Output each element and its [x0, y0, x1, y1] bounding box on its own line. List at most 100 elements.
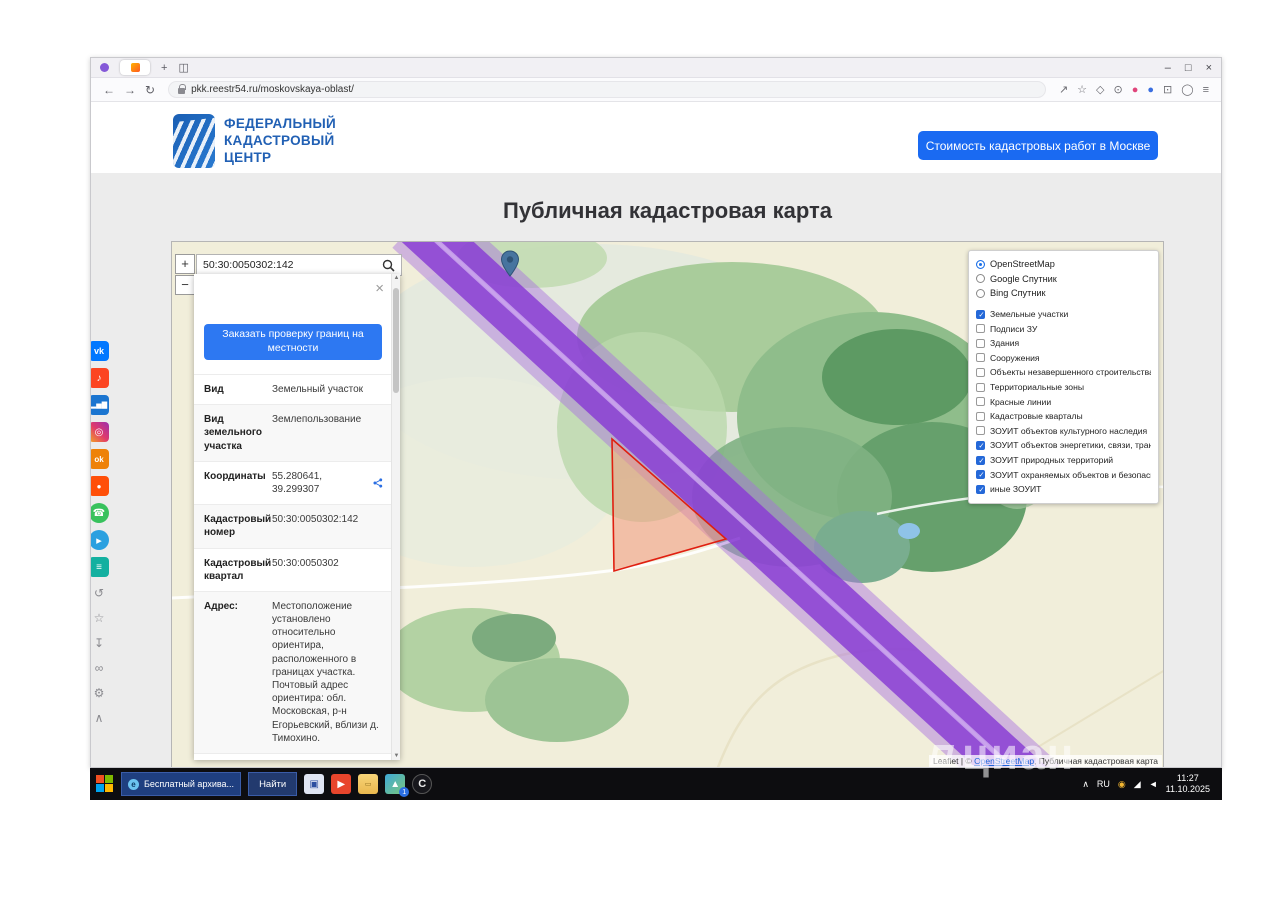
panel-scrollbar[interactable]: ▲ ▼	[391, 274, 400, 760]
zoom-in-button[interactable]: +	[175, 254, 195, 274]
window-maximize-button[interactable]: □	[1185, 62, 1192, 74]
url-field[interactable]: pkk.reestr54.ru/moskovskaya-oblast/	[168, 81, 1046, 98]
folder-app-icon[interactable]: ▭	[358, 774, 379, 794]
tray-chevron-icon[interactable]: ∧	[1082, 779, 1089, 790]
layer-option[interactable]: Кадастровые кварталы	[976, 409, 1151, 424]
field-row: Адрес: Местоположение установлено относи…	[194, 590, 391, 753]
layer-option[interactable]: ЗОУИТ природных территорий	[976, 453, 1151, 468]
panel-close-button[interactable]: ×	[375, 280, 384, 297]
tab-overview-icon[interactable]: ◫	[178, 61, 188, 74]
cost-cta-button[interactable]: Стоимость кадастровых работ в Москве	[918, 131, 1158, 160]
layer-option[interactable]: Здания	[976, 336, 1151, 351]
scroll-up-icon[interactable]: ▲	[392, 275, 400, 281]
shield-icon[interactable]: ◇	[1096, 83, 1104, 96]
basemap-option-bing[interactable]: Bing Спутник	[976, 286, 1151, 301]
browser-tab[interactable]	[120, 60, 150, 75]
scrollbar-thumb[interactable]	[393, 288, 399, 393]
layer-option[interactable]: Объекты незавершенного строительства	[976, 365, 1151, 380]
layer-option[interactable]: ЗОУИТ объектов культурного наследия	[976, 424, 1151, 439]
whatsapp-icon[interactable]: ☎	[91, 503, 109, 523]
layer-option[interactable]: Красные линии	[976, 394, 1151, 409]
layer-option[interactable]: Территориальные зоны	[976, 380, 1151, 395]
site-logo-text[interactable]: ФЕДЕРАЛЬНЫЙ КАДАСТРОВЫЙ ЦЕНТР	[224, 115, 336, 166]
field-label: Вид	[204, 384, 224, 395]
media-player-app-icon[interactable]: ▶	[331, 774, 352, 794]
zoom-out-button[interactable]: −	[175, 275, 195, 295]
instagram-icon[interactable]: ◎	[91, 422, 109, 442]
forward-button[interactable]: →	[124, 83, 136, 97]
favorite-icon[interactable]: ☆	[91, 609, 109, 627]
layer-label: Сооружения	[990, 352, 1040, 363]
scroll-down-icon[interactable]: ▼	[392, 753, 400, 759]
layer-option[interactable]: иные ЗОУИТ	[976, 482, 1151, 497]
layer-option[interactable]: Сооружения	[976, 351, 1151, 366]
search-value: 50:30:0050302:142	[203, 259, 294, 271]
start-button[interactable]	[96, 775, 114, 793]
c-browser-app-icon[interactable]: C	[412, 774, 433, 794]
extensions-icon[interactable]: ⊡	[1163, 83, 1172, 96]
new-tab-button[interactable]: +	[161, 62, 167, 74]
field-value: Землепользование	[272, 414, 362, 426]
share-coordinates-icon[interactable]	[373, 478, 383, 488]
layer-label: Кадастровые кварталы	[990, 411, 1083, 422]
app-dot-icon[interactable]	[100, 63, 109, 72]
notification-icon[interactable]: ●	[1132, 84, 1139, 96]
history-icon[interactable]: ↺	[91, 584, 109, 602]
cadastral-search-input[interactable]: 50:30:0050302:142	[196, 254, 402, 276]
checkbox-icon	[976, 324, 985, 334]
layers-panel: OpenStreetMap Google Спутник Bing Спутни…	[968, 250, 1159, 504]
leaflet-label: Leaflet	[932, 756, 959, 766]
odnoklassniki-icon[interactable]: ok	[91, 449, 109, 469]
checkbox-icon	[976, 440, 986, 450]
taskbar-app-label: Бесплатный архива...	[144, 779, 235, 789]
search-icon[interactable]	[382, 259, 395, 272]
telegram-icon[interactable]: ▸	[91, 530, 109, 550]
field-row: Кадастровый номер 50:30:0050302:142	[194, 504, 391, 548]
floppy-app-icon[interactable]: ▣	[304, 774, 325, 794]
osm-link[interactable]: OpenStreetMap	[974, 756, 1034, 766]
taskbar-app-archive[interactable]: е Бесплатный архива...	[121, 772, 242, 796]
layer-label: ЗОУИТ объектов энергетики, связи, трансп…	[990, 440, 1151, 451]
taskbar-find-button[interactable]: Найти	[248, 772, 298, 796]
settings-gear-icon[interactable]: ⚙	[91, 684, 109, 702]
layer-option[interactable]: ЗОУИТ охраняемых объектов и безопасности	[976, 467, 1151, 482]
window-minimize-button[interactable]: –	[1165, 62, 1171, 74]
layer-label: иные ЗОУИТ	[990, 484, 1042, 495]
layer-option[interactable]: ЗОУИТ объектов энергетики, связи, трансп…	[976, 438, 1151, 453]
basemap-option-google[interactable]: Google Спутник	[976, 272, 1151, 287]
vk-icon[interactable]: vk	[91, 341, 109, 361]
bookmark-star-icon[interactable]: ☆	[1077, 83, 1087, 96]
sync-icon[interactable]: ●	[1147, 84, 1154, 96]
network-icon[interactable]: ◢	[1134, 779, 1141, 790]
map-pin-marker[interactable]	[500, 250, 520, 278]
dzen-icon[interactable]: ●	[91, 476, 109, 496]
share-icon[interactable]: ↗	[1059, 83, 1068, 96]
yandex-music-icon[interactable]: ♪	[91, 368, 109, 388]
profile-icon[interactable]: ◯	[1181, 83, 1193, 96]
logo-line: КАДАСТРОВЫЙ	[224, 133, 335, 148]
clock[interactable]: 11:27 11.10.2025	[1166, 773, 1216, 796]
key-icon[interactable]: ⊙	[1114, 83, 1123, 96]
layer-option[interactable]: Земельные участки	[976, 307, 1151, 322]
basemap-option-osm[interactable]: OpenStreetMap	[976, 257, 1151, 272]
language-indicator[interactable]: RU	[1097, 779, 1110, 789]
defender-icon[interactable]: ◉	[1118, 779, 1126, 790]
reload-button[interactable]: ↻	[145, 83, 155, 97]
volume-icon[interactable]: ◄	[1149, 779, 1158, 789]
copy-link-icon[interactable]: ∞	[91, 659, 109, 677]
photos-app-icon[interactable]: ▲ 1	[385, 774, 410, 797]
site-logo-icon[interactable]	[173, 114, 215, 168]
layer-option[interactable]: Подписи ЗУ	[976, 321, 1151, 336]
checkbox-icon	[976, 382, 985, 392]
field-label: Координаты	[204, 470, 266, 482]
layer-label: Объекты незавершенного строительства	[990, 367, 1151, 378]
collapse-icon[interactable]: ∧	[91, 709, 109, 727]
list-icon[interactable]: ≡	[91, 557, 109, 577]
order-boundary-check-button[interactable]: Заказать проверку границ на местности	[204, 324, 382, 360]
map-canvas[interactable]: + − 50:30:0050302:142 × Заказать проверк…	[171, 241, 1164, 767]
download-icon[interactable]: ↧	[91, 634, 109, 652]
back-button[interactable]: ←	[103, 83, 115, 97]
stats-icon[interactable]: ▂▅▇	[91, 395, 109, 415]
window-close-button[interactable]: ×	[1206, 62, 1212, 74]
menu-icon[interactable]: ≡	[1203, 84, 1209, 96]
